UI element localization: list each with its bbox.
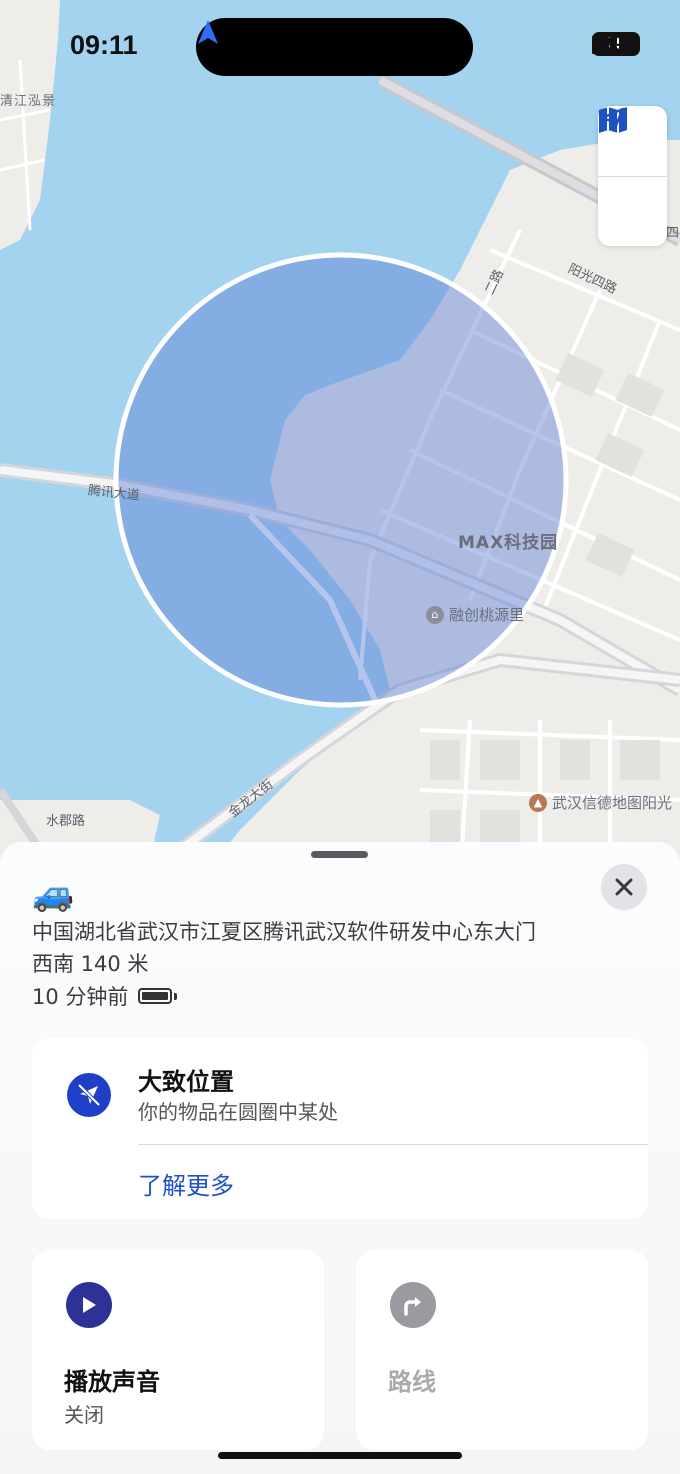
location-arrow-icon	[600, 107, 625, 132]
map-controls	[598, 106, 667, 246]
play-sound-title: 播放声音	[64, 1368, 160, 1396]
dynamic-island	[196, 18, 473, 76]
approx-location-card: 大致位置 你的物品在圆圈中某处 了解更多	[32, 1038, 648, 1219]
poi-wuhan[interactable]: ▲ 武汉信德地图阳光	[529, 792, 672, 813]
location-arrow-icon	[198, 20, 218, 44]
play-sound-button[interactable]: 播放声音 关闭	[32, 1250, 324, 1450]
school-icon: ▲	[529, 793, 547, 812]
turn-right-icon	[390, 1282, 436, 1328]
close-button[interactable]	[601, 864, 647, 910]
map-canvas	[0, 0, 680, 880]
play-sound-status: 关闭	[64, 1403, 104, 1427]
poi-max-park[interactable]: MAX科技园	[458, 528, 558, 553]
last-seen-row: 10 分钟前	[32, 981, 178, 1011]
home-indicator[interactable]	[218, 1452, 462, 1459]
bank-icon: ⌂	[426, 605, 444, 624]
status-time: 09:11	[70, 30, 138, 60]
wifi-icon	[592, 32, 622, 52]
directions-title: 路线	[388, 1368, 436, 1396]
locate-button[interactable]	[598, 107, 667, 247]
item-detail-sheet: 🚙 中国湖北省武汉市江夏区腾讯武汉软件研发中心东大门 西南 140 米 10 分…	[0, 842, 680, 1474]
distance-text: 西南 140 米	[32, 952, 149, 976]
directions-button[interactable]: 路线	[356, 1250, 648, 1450]
poi-rongchuang-label: 融创桃源里	[449, 606, 525, 624]
car-icon: 🚙	[32, 874, 75, 914]
map-area-label: 清江泓景	[0, 94, 57, 109]
address-text: 中国湖北省武汉市江夏区腾讯武汉软件研发中心东大门	[32, 920, 536, 944]
battery-tip	[174, 992, 178, 1000]
last-seen-text: 10 分钟前	[32, 985, 129, 1009]
approx-title: 大致位置	[138, 1068, 234, 1096]
approx-subtitle: 你的物品在圆圈中某处	[138, 1100, 338, 1124]
divider	[138, 1144, 648, 1145]
close-icon	[615, 878, 633, 896]
poi-wuhan-label: 武汉信德地图阳光	[552, 794, 673, 812]
status-icons: 75	[592, 32, 640, 56]
map-view[interactable]: 清江泓景 腾讯大道 阳光四路 二路 金龙大街 水郡路 四 MAX科技园 ⌂ 融创…	[0, 0, 680, 880]
sheet-grabber[interactable]	[311, 851, 368, 858]
learn-more-link[interactable]: 了解更多	[138, 1166, 234, 1201]
location-slash-icon	[67, 1073, 111, 1117]
road-label-edge: 四	[666, 226, 680, 241]
poi-rongchuang[interactable]: ⌂ 融创桃源里	[426, 604, 524, 625]
play-icon	[66, 1282, 112, 1328]
road-label-shuijun: 水郡路	[46, 814, 86, 829]
battery-icon	[138, 988, 173, 1004]
